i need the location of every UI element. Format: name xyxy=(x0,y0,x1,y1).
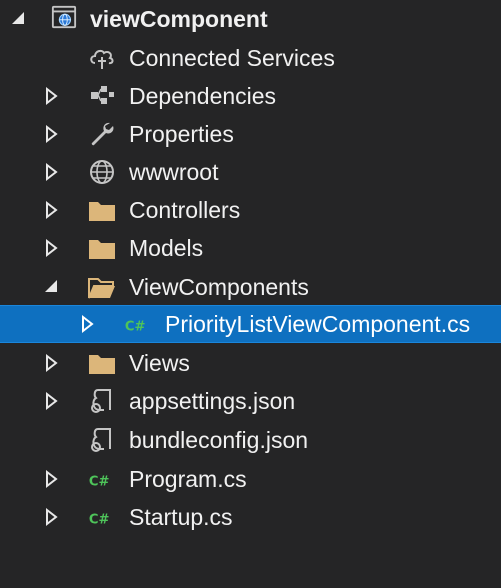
item-label: Program.cs xyxy=(129,466,247,492)
collapsed-arrow-icon[interactable] xyxy=(42,200,60,220)
svg-text:C#: C# xyxy=(89,475,110,490)
item-label: bundleconfig.json xyxy=(129,427,309,453)
tree-item-properties[interactable]: Properties xyxy=(0,115,501,153)
svg-text:C#: C# xyxy=(89,513,110,528)
json-file-icon xyxy=(91,389,111,413)
collapsed-arrow-icon[interactable] xyxy=(42,86,60,106)
solution-explorer-tree: viewComponent Connected Services Depende… xyxy=(0,0,501,588)
item-label: Dependencies xyxy=(129,83,277,109)
tree-item-bundleconfig-json[interactable]: bundleconfig.json xyxy=(0,421,501,459)
folder-icon xyxy=(89,240,115,259)
collapsed-arrow-icon[interactable] xyxy=(78,314,96,334)
item-label: Models xyxy=(129,235,204,261)
tree-item-program-cs[interactable]: C# Program.cs xyxy=(0,460,501,498)
tree-root-viewcomponent[interactable]: viewComponent xyxy=(0,0,501,38)
connected-services-icon xyxy=(90,49,114,69)
collapsed-arrow-icon[interactable] xyxy=(42,507,60,527)
json-file-icon xyxy=(91,428,111,452)
tree-item-appsettings-json[interactable]: appsettings.json xyxy=(0,382,501,420)
root-label: viewComponent xyxy=(90,6,268,32)
collapsed-arrow-icon[interactable] xyxy=(42,391,60,411)
collapsed-arrow-icon[interactable] xyxy=(42,162,60,182)
item-label: Properties xyxy=(129,121,234,147)
collapsed-arrow-icon[interactable] xyxy=(42,238,60,258)
csharp-file-icon: C# xyxy=(89,513,110,528)
folder-open-icon xyxy=(88,278,115,299)
item-label: Startup.cs xyxy=(129,504,233,530)
item-label: Views xyxy=(129,350,190,376)
tree-item-views[interactable]: Views xyxy=(0,344,501,382)
tree-item-connected-services[interactable]: Connected Services xyxy=(0,39,501,77)
expanded-arrow-icon[interactable] xyxy=(42,277,60,297)
wrench-icon xyxy=(91,122,114,146)
folder-icon xyxy=(89,202,115,221)
collapsed-arrow-icon[interactable] xyxy=(42,469,60,489)
item-label: PriorityListViewComponent.cs xyxy=(165,311,471,337)
collapsed-arrow-icon[interactable] xyxy=(42,124,60,144)
web-project-icon xyxy=(51,5,77,29)
item-label: Connected Services xyxy=(129,45,335,71)
tree-item-startup-cs[interactable]: C# Startup.cs xyxy=(0,498,501,536)
collapsed-arrow-icon[interactable] xyxy=(42,353,60,373)
item-label: appsettings.json xyxy=(129,388,296,414)
dependencies-icon xyxy=(91,86,114,104)
tree-item-viewcomponents[interactable]: ViewComponents xyxy=(0,268,501,306)
globe-icon xyxy=(90,160,114,184)
tree-item-models[interactable]: Models xyxy=(0,229,501,267)
svg-text:C#: C# xyxy=(125,320,146,335)
tree-item-wwwroot[interactable]: wwwroot xyxy=(0,153,501,191)
tree-item-controllers[interactable]: Controllers xyxy=(0,191,501,229)
item-label: ViewComponents xyxy=(129,274,309,300)
item-label: Controllers xyxy=(129,197,241,223)
csharp-file-icon: C# xyxy=(125,320,146,335)
folder-icon xyxy=(89,355,115,374)
csharp-file-icon: C# xyxy=(89,475,110,490)
item-label: wwwroot xyxy=(129,159,219,185)
expanded-arrow-icon[interactable] xyxy=(9,9,27,29)
tree-item-prioritylistviewcomponent-cs[interactable]: C# PriorityListViewComponent.cs xyxy=(0,305,501,343)
tree-item-dependencies[interactable]: Dependencies xyxy=(0,77,501,115)
